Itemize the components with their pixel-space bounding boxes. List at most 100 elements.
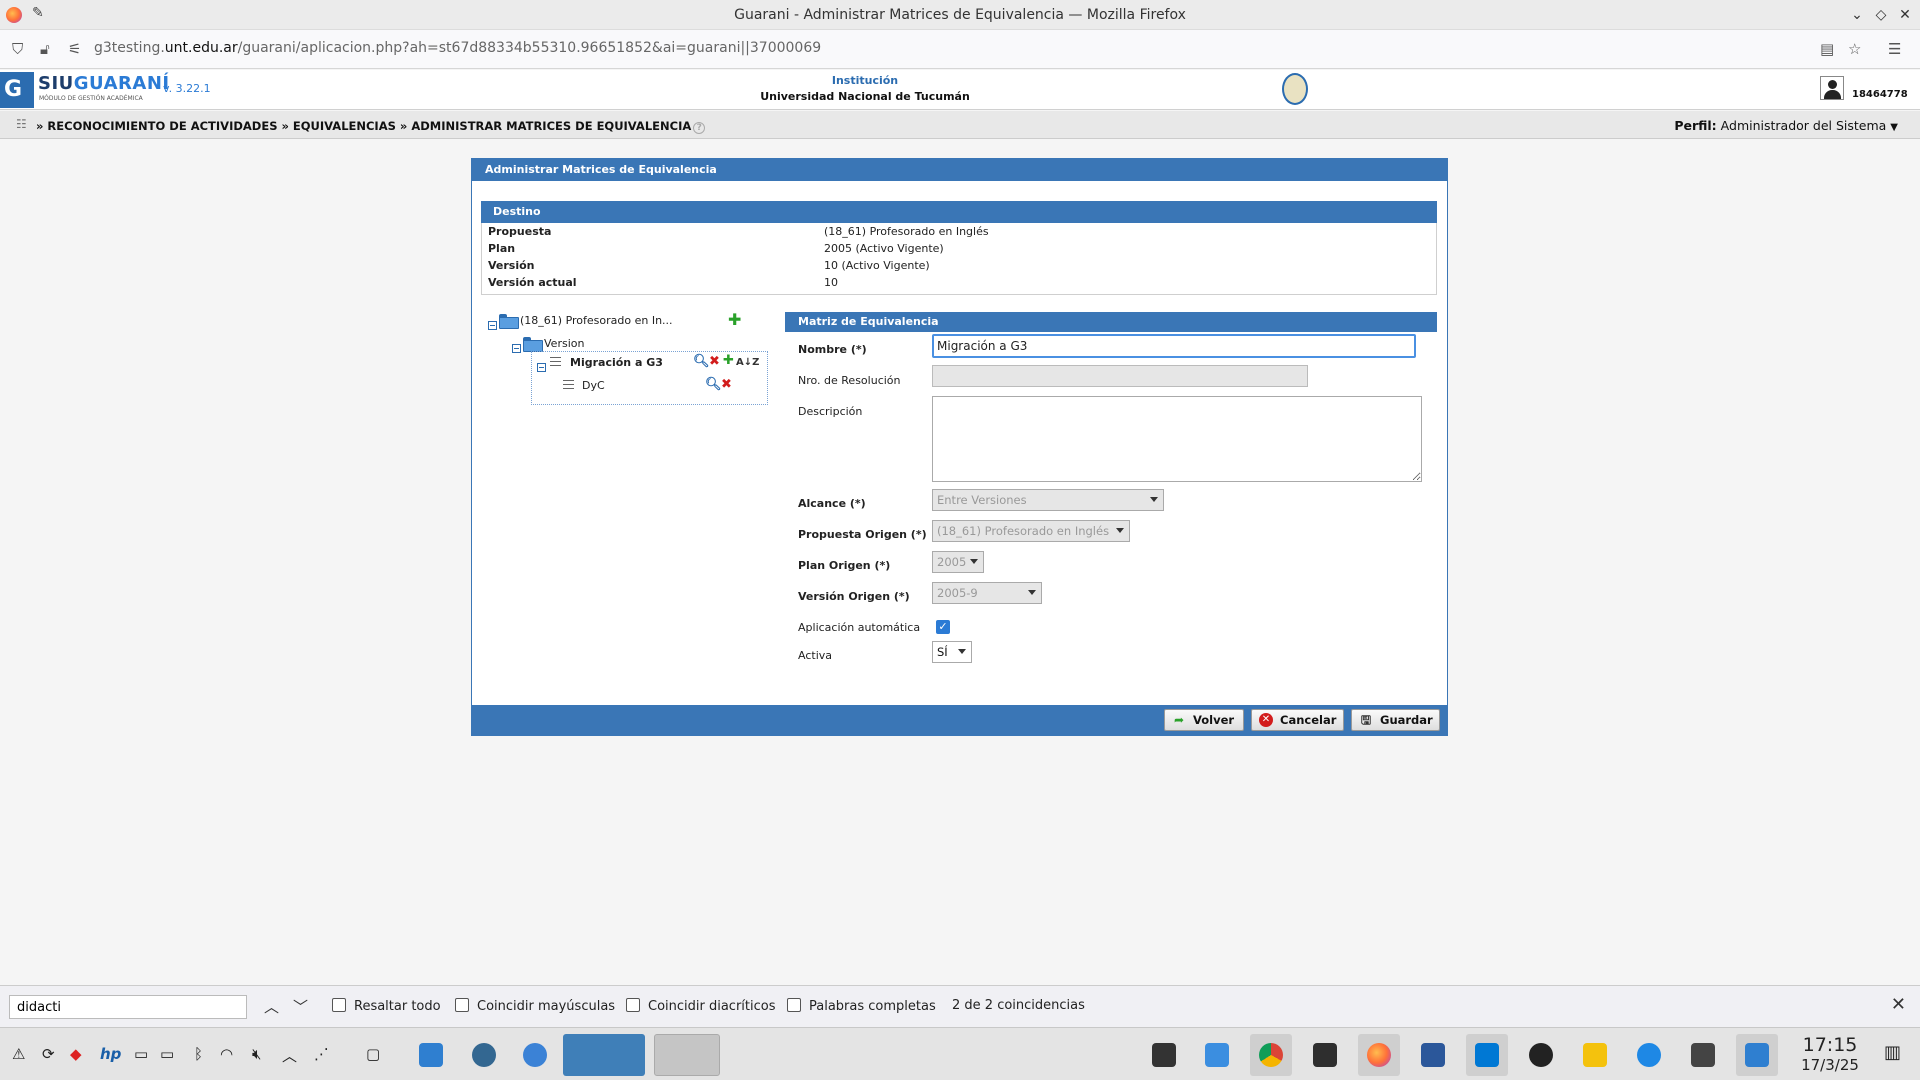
destino-row-plan: Plan 2005 (Activo Vigente) (488, 242, 944, 255)
cancelar-button[interactable]: ✕ Cancelar (1251, 709, 1344, 731)
coincidir-diacriticos-checkbox[interactable]: Coincidir diacríticos (626, 998, 776, 1014)
chevron-down-icon (958, 649, 966, 654)
shield-icon[interactable]: ⛉ (12, 40, 23, 58)
search-icon[interactable]: 🔍︎ (693, 355, 710, 368)
destino-row-version-actual: Versión actual 10 (488, 276, 838, 289)
palabras-completas-checkbox[interactable]: Palabras completas (787, 998, 936, 1014)
volume-muted-icon[interactable]: 🔇︎ (252, 1045, 261, 1063)
chevron-down-icon (1116, 528, 1124, 533)
find-previous-icon[interactable]: ︿ (264, 996, 279, 1017)
find-input[interactable] (9, 995, 247, 1019)
main-panel: Administrar Matrices de Equivalencia Des… (471, 158, 1448, 736)
task-terminal[interactable] (1304, 1034, 1346, 1076)
task-vscode[interactable] (1466, 1034, 1508, 1076)
siu-logo[interactable]: SIUGUARANÍ (38, 73, 170, 94)
minimize-icon[interactable]: ⌄ (1846, 4, 1868, 26)
sort-az-icon[interactable]: A↓Z (736, 356, 759, 369)
task-chromium[interactable] (514, 1034, 556, 1076)
alcance-select[interactable]: Entre Versiones (932, 489, 1164, 511)
collapse-version-icon[interactable] (512, 344, 521, 353)
perfil-selector[interactable]: Perfil: Administrador del Sistema ▼ (1674, 118, 1898, 133)
task-app-tux[interactable] (1520, 1034, 1562, 1076)
tree-node-root[interactable]: (18_61) Profesorado en In... (520, 314, 673, 327)
search-icon[interactable]: 🔍︎ (705, 378, 722, 391)
descripcion-label: Descripción (798, 405, 863, 418)
guardar-button[interactable]: 🖫 Guardar (1351, 709, 1440, 731)
back-arrow-icon: ➦ (1173, 713, 1185, 727)
propuesta-origen-select[interactable]: (18_61) Profesorado en Inglés (932, 520, 1130, 542)
find-next-icon[interactable]: ﹀ (293, 996, 308, 1017)
task-notes[interactable] (1574, 1034, 1616, 1076)
update-icon[interactable]: ⟳ (42, 1045, 55, 1063)
task-window-preview-1[interactable] (563, 1034, 645, 1076)
tree-node-version[interactable]: Version (544, 337, 584, 350)
kde-connect-icon[interactable]: ⋰ (314, 1045, 329, 1063)
siu-logo-mark: G (0, 72, 34, 108)
menu-icon[interactable]: ☷ (16, 117, 27, 131)
clock[interactable]: 17:15 17/3/25 (1790, 1034, 1870, 1074)
folder-open-icon (523, 337, 543, 352)
battery-icon[interactable]: ▭ (160, 1045, 174, 1063)
window-titlebar: ✎ Guarani - Administrar Matrices de Equi… (0, 0, 1920, 30)
task-settings[interactable] (1143, 1034, 1185, 1076)
reader-view-icon[interactable]: ▤ (1820, 40, 1834, 58)
chevron-down-icon (1028, 590, 1036, 595)
anydesk-icon[interactable]: ◆ (70, 1045, 82, 1063)
task-browser[interactable] (1628, 1034, 1670, 1076)
desktop-icon[interactable]: ▢ (366, 1045, 380, 1063)
clipboard-icon[interactable]: ▭ (134, 1045, 148, 1063)
bluetooth-icon[interactable]: ᛒ (194, 1045, 203, 1063)
add-icon[interactable]: ✚ (723, 354, 734, 367)
version-origen-select[interactable]: 2005-9 (932, 582, 1042, 604)
breadcrumb-text[interactable]: » RECONOCIMIENTO DE ACTIVIDADES » EQUIVA… (36, 119, 691, 133)
tree-node-dyc[interactable]: DyC (582, 379, 605, 392)
descripcion-textarea[interactable] (932, 396, 1422, 482)
resolucion-input[interactable] (932, 365, 1308, 387)
delete-icon[interactable]: ✖ (721, 378, 732, 391)
collapse-item-icon[interactable] (537, 363, 546, 372)
task-postgres[interactable] (463, 1034, 505, 1076)
task-word[interactable] (1412, 1034, 1454, 1076)
volver-button[interactable]: ➦ Volver (1164, 709, 1244, 731)
hp-icon[interactable]: hp (100, 1045, 121, 1063)
close-window-icon[interactable]: ✕ (1894, 4, 1916, 26)
delete-icon[interactable]: ✖ (709, 355, 720, 368)
collapse-root-icon[interactable] (488, 321, 497, 330)
url-field[interactable]: g3testing.unt.edu.ar/guarani/aplicacion.… (94, 40, 821, 56)
plan-origen-select[interactable]: 2005 (932, 551, 984, 573)
task-files[interactable] (410, 1034, 452, 1076)
task-firefox[interactable] (1358, 1034, 1400, 1076)
bookmark-star-icon[interactable]: ☆ (1848, 40, 1861, 58)
user-icon[interactable] (1820, 76, 1844, 100)
tree-node-migracion[interactable]: Migración a G3 (570, 356, 663, 369)
show-desktop-icon[interactable]: ▥ (1884, 1042, 1901, 1063)
system-tray-icon[interactable]: ⚠ (12, 1045, 25, 1063)
close-find-bar-icon[interactable]: ✕ (1891, 994, 1906, 1015)
help-icon[interactable]: ? (693, 122, 706, 134)
task-chrome[interactable] (1250, 1034, 1292, 1076)
list-icon (550, 357, 561, 366)
task-calculator[interactable] (1682, 1034, 1724, 1076)
chevron-up-icon[interactable]: ︿ (282, 1045, 297, 1066)
task-file-manager[interactable] (1736, 1034, 1778, 1076)
alcance-label: Alcance (*) (798, 497, 866, 510)
coincidir-mayusculas-checkbox[interactable]: Coincidir mayúsculas (455, 998, 615, 1014)
app-version: v. 3.22.1 (163, 82, 211, 95)
activa-select[interactable]: SÍ (932, 641, 972, 663)
add-icon[interactable]: ✚ (728, 312, 741, 328)
permissions-icon[interactable]: ⚟ (68, 40, 81, 58)
wifi-icon[interactable]: ◠ (220, 1045, 233, 1063)
task-window-preview-2[interactable] (654, 1034, 720, 1076)
hamburger-menu-icon[interactable]: ☰ (1888, 40, 1901, 58)
matriz-form: Matriz de Equivalencia Nombre (*) Nro. d… (785, 312, 1437, 663)
maximize-icon[interactable]: ◇ (1870, 4, 1892, 26)
insecure-lock-icon[interactable]: 🔓︎ (40, 40, 50, 58)
user-id: 18464778 (1852, 89, 1908, 100)
chevron-down-icon (1150, 497, 1158, 502)
folder-open-icon (499, 314, 519, 329)
propuesta-origen-label: Propuesta Origen (*) (798, 528, 927, 541)
resaltar-todo-checkbox[interactable]: Resaltar todo (332, 998, 441, 1014)
task-store[interactable] (1196, 1034, 1238, 1076)
aplicacion-checkbox[interactable]: ✓ (936, 620, 950, 634)
nombre-input[interactable] (932, 334, 1416, 358)
